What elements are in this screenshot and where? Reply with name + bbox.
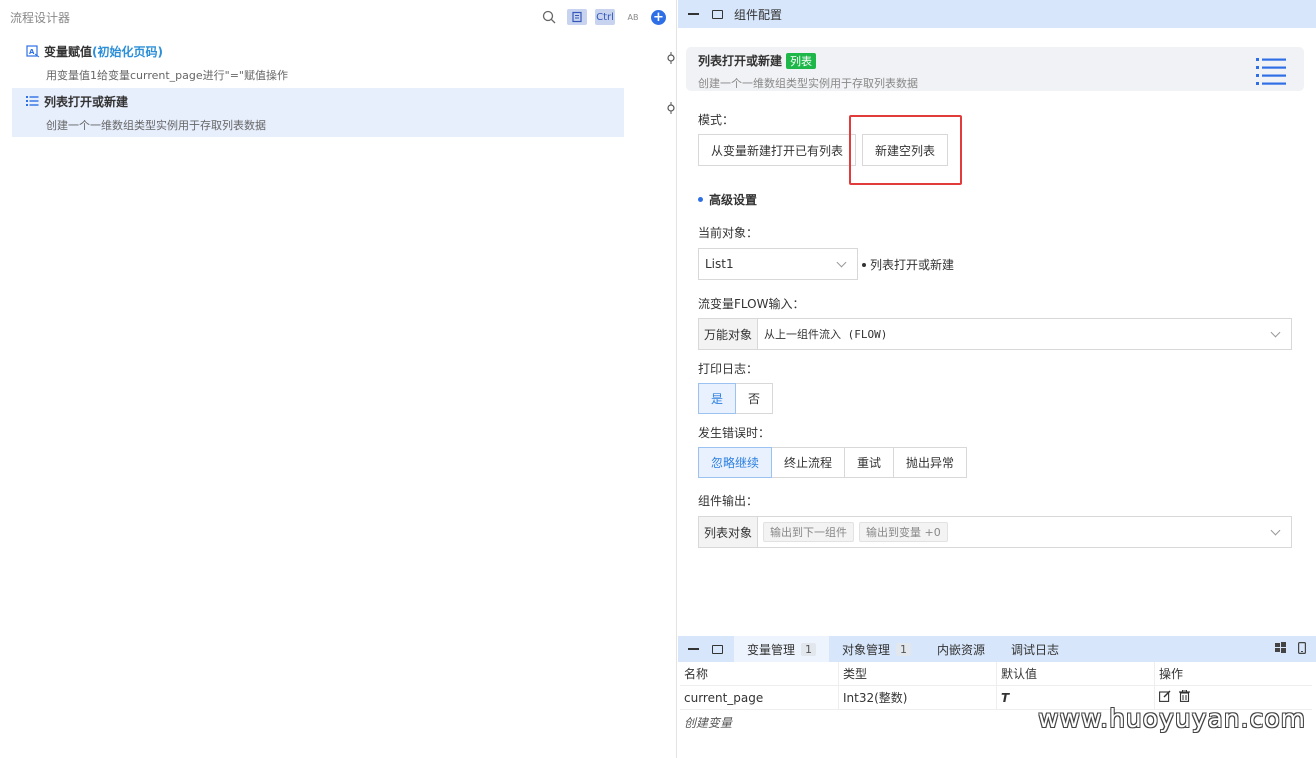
current-object-value: List1 xyxy=(705,257,734,271)
flow-step-title: 列表打开或新建 xyxy=(44,95,129,109)
component-type-tag: 列表 xyxy=(786,52,817,69)
restore-icon[interactable] xyxy=(710,8,724,20)
chevron-down-icon xyxy=(1271,329,1281,339)
app-root: 流程设计器 Ctrl AB + A 变量赋值 (初始化页码) 用变量值1给变量c… xyxy=(0,0,1316,758)
output-chip-next[interactable]: 输出到下一组件 xyxy=(763,522,855,542)
config-header: 组件配置 xyxy=(678,0,1316,28)
tab-embedded-resources[interactable]: 内嵌资源 xyxy=(924,636,998,662)
tab-objects[interactable]: 对象管理 1 xyxy=(829,636,924,662)
tab-label: 内嵌资源 xyxy=(937,642,986,657)
tab-variables[interactable]: 变量管理 1 xyxy=(734,636,830,662)
add-button[interactable]: + xyxy=(651,9,666,25)
tab-label: 对象管理 xyxy=(842,642,891,657)
current-object-label: 当前对象： xyxy=(698,226,759,240)
windows-icon[interactable] xyxy=(1275,641,1286,657)
output-prefix: 列表对象 xyxy=(699,517,759,547)
mode-option-existing[interactable]: 从变量新建打开已有列表 xyxy=(698,134,857,166)
output-label: 组件输出： xyxy=(698,494,759,508)
variable-type: Int32(整数) xyxy=(838,686,996,709)
flow-step-title: 变量赋值 xyxy=(44,45,93,59)
print-log-no[interactable]: 否 xyxy=(735,383,774,414)
chevron-down-icon xyxy=(1271,527,1281,537)
on-error-toggle: 忽略继续 终止流程 重试 抛出异常 xyxy=(698,447,968,478)
component-desc: 创建一个一维数组类型实例用于存取列表数据 xyxy=(698,77,918,90)
current-object-note-text: 列表打开或新建 xyxy=(870,258,955,272)
on-error-ignore[interactable]: 忽略继续 xyxy=(698,447,773,478)
output-select[interactable]: 列表对象 输出到下一组件 输出到变量 +0 xyxy=(698,516,1292,548)
search-icon[interactable] xyxy=(539,9,559,25)
svg-text:A: A xyxy=(29,48,35,56)
component-name: 列表打开或新建 xyxy=(698,54,783,68)
component-summary-card: 列表打开或新建 列表 创建一个一维数组类型实例用于存取列表数据 xyxy=(686,47,1304,91)
copy-icon[interactable] xyxy=(567,9,587,25)
mode-label: 模式： xyxy=(698,113,735,127)
on-error-label: 发生错误时： xyxy=(698,426,771,440)
chevron-down-icon xyxy=(837,259,847,269)
flow-step-desc: 创建一个一维数组类型实例用于存取列表数据 xyxy=(46,119,266,132)
spellcheck-icon[interactable]: AB xyxy=(623,9,643,25)
advanced-settings-title: 高级设置 xyxy=(698,191,757,208)
flow-input-value: 从上一组件流入 (FLOW) xyxy=(764,328,888,341)
variable-assign-icon: A xyxy=(26,45,40,58)
bullet-icon xyxy=(862,262,866,267)
print-log-yes[interactable]: 是 xyxy=(698,383,737,414)
component-config-panel: 组件配置 列表打开或新建 列表 创建一个一维数组类型实例用于存取列表数据 模式：… xyxy=(678,0,1316,636)
flow-designer-title: 流程设计器 xyxy=(10,10,71,25)
column-header-type: 类型 xyxy=(838,662,996,685)
minimize-icon[interactable] xyxy=(686,643,700,655)
flow-input-select[interactable]: 万能对象 从上一组件流入 (FLOW) xyxy=(698,318,1292,350)
print-log-label: 打印日志： xyxy=(698,362,759,376)
column-header-default: 默认值 xyxy=(996,662,1154,685)
tab-label: 调试日志 xyxy=(1011,642,1060,657)
flow-step-list-open-new[interactable]: 列表打开或新建 创建一个一维数组类型实例用于存取列表数据 xyxy=(12,88,675,137)
bullet-icon xyxy=(698,197,703,202)
breakpoint-pin-icon[interactable] xyxy=(667,52,675,64)
tab-label: 变量管理 xyxy=(747,642,796,657)
current-object-select[interactable]: List1 xyxy=(698,248,858,280)
tab-count-badge: 1 xyxy=(896,642,912,656)
bottom-tabs: 变量管理 1 对象管理 1 内嵌资源 调试日志 xyxy=(678,636,1316,662)
breakpoint-pin-icon[interactable] xyxy=(667,102,675,114)
tab-debug-log[interactable]: 调试日志 xyxy=(998,636,1072,662)
minimize-icon[interactable] xyxy=(686,8,700,20)
config-title: 组件配置 xyxy=(734,7,783,22)
current-object-note: 列表打开或新建 xyxy=(862,256,954,273)
list-icon xyxy=(26,95,40,108)
restore-icon[interactable] xyxy=(710,643,724,655)
advanced-settings-label: 高级设置 xyxy=(709,193,758,207)
flow-step-title-note: (初始化页码) xyxy=(92,45,163,59)
tab-count-badge: 1 xyxy=(801,642,817,656)
edit-icon[interactable] xyxy=(1159,690,1171,705)
on-error-stop[interactable]: 终止流程 xyxy=(771,447,846,478)
bottom-panel: 变量管理 1 对象管理 1 内嵌资源 调试日志 名称 类型 默认值 操作 cur… xyxy=(678,636,1316,758)
flow-designer-toolbar: Ctrl AB + xyxy=(539,9,666,25)
column-header-name: 名称 xyxy=(684,667,709,681)
column-header-actions: 操作 xyxy=(1154,662,1312,685)
flow-designer-header: 流程设计器 Ctrl AB + xyxy=(0,0,676,34)
flow-designer-panel: 流程设计器 Ctrl AB + A 变量赋值 (初始化页码) 用变量值1给变量c… xyxy=(0,0,677,758)
variable-name: current_page xyxy=(684,690,764,705)
flow-input-label: 流变量FLOW输入： xyxy=(698,297,805,311)
mobile-icon[interactable] xyxy=(1298,641,1307,657)
annotation-highlight-box xyxy=(849,115,962,185)
table-header-row: 名称 类型 默认值 操作 xyxy=(680,662,1312,686)
output-chip-variable[interactable]: 输出到变量 +0 xyxy=(859,522,948,542)
ctrl-mode-button[interactable]: Ctrl xyxy=(595,9,615,25)
delete-icon[interactable] xyxy=(1179,689,1190,705)
watermark: www.huoyuyan.com xyxy=(1038,704,1306,733)
on-error-retry[interactable]: 重试 xyxy=(844,447,895,478)
list-component-icon xyxy=(1256,58,1286,85)
flow-step-desc: 用变量值1给变量current_page进行"="赋值操作 xyxy=(46,69,288,82)
flow-input-prefix: 万能对象 xyxy=(699,319,759,349)
flow-step-variable-assign[interactable]: A 变量赋值 (初始化页码) 用变量值1给变量current_page进行"="赋… xyxy=(12,38,675,87)
print-log-toggle: 是 否 xyxy=(698,383,774,414)
on-error-throw[interactable]: 抛出异常 xyxy=(893,447,968,478)
